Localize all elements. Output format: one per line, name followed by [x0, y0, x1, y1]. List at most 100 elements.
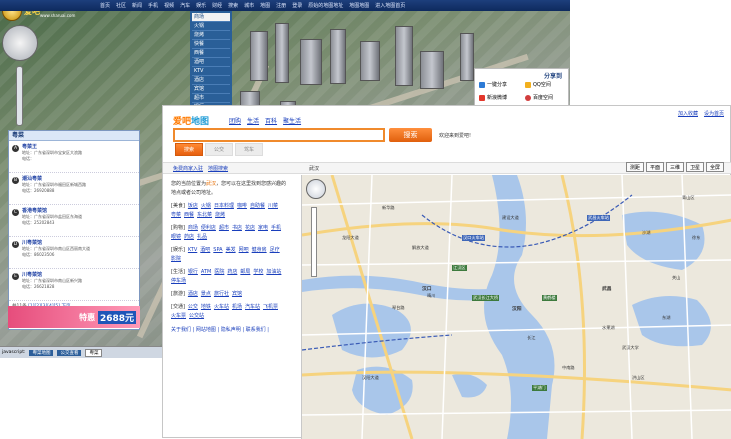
category-link[interactable]: 咖啡	[237, 202, 247, 211]
map-label[interactable]: 江汉区	[452, 265, 467, 271]
map-label[interactable]: 琴台路	[392, 305, 405, 311]
result-item[interactable]: A 粤菜王 地址：广东省深圳市宝安区大浪路 电话：	[9, 141, 139, 173]
category-menu-item[interactable]: 快餐	[192, 40, 230, 49]
result-item[interactable]: C 香港粤菜馆 地址：广东省深圳市盐田区东海道 电话：25202843	[9, 205, 139, 237]
category-link[interactable]: 景点	[201, 290, 211, 299]
category-menu-item[interactable]: 西餐	[192, 49, 230, 58]
top-nav-item[interactable]: 搜索	[228, 2, 238, 9]
map-label[interactable]: 青山区	[682, 195, 695, 201]
category-link[interactable]: 影院	[171, 255, 181, 264]
result-item[interactable]: D 川粤菜馆 地址：广东省深圳市南山区西丽南大道 电话：86023506	[9, 237, 139, 269]
map-label[interactable]: 黄鹤楼	[542, 295, 557, 301]
category-link[interactable]: 自助餐	[250, 202, 265, 211]
result-item[interactable]: B 潮汕粤菜 地址：广东省深圳市福田区新城西路 电话：26920888	[9, 173, 139, 205]
category-menu-item[interactable]: 宾馆	[192, 85, 230, 94]
category-menu-item[interactable]: 烧烤	[192, 31, 230, 40]
info-link[interactable]: 免费商家入驻	[173, 165, 203, 172]
map-label[interactable]: 中南路	[562, 365, 575, 371]
category-link[interactable]: 汽车站	[245, 303, 260, 312]
category-link[interactable]: 公交站	[189, 312, 204, 321]
top-nav-item[interactable]: 注册	[276, 2, 286, 9]
top-nav-item[interactable]: 新闻	[132, 2, 142, 9]
bottom-tab[interactable]: 粤菜地图	[29, 349, 54, 356]
map-canvas[interactable]: 汉口 汉阳 武昌 龙阳大道 琴台路 江汉区 汉口火车站 长江 沙湖 东湖 洪山区 青山区 汉阳大道 晴川武…	[301, 175, 731, 439]
map-label[interactable]: 汉阳	[512, 305, 522, 312]
category-link[interactable]: 学校	[253, 268, 263, 277]
category-link[interactable]: 火车票	[171, 312, 186, 321]
nav-link[interactable]: 生活	[247, 116, 259, 125]
category-link[interactable]: 烧烤	[215, 211, 225, 220]
map-tool-button[interactable]: 卫星	[685, 162, 704, 172]
category-link[interactable]: 美发	[226, 246, 236, 255]
top-nav-item[interactable]: 社区	[116, 2, 126, 9]
category-link[interactable]: 西餐	[184, 211, 194, 220]
top-nav-item[interactable]: 地图	[260, 2, 270, 9]
map-label[interactable]: 沙湖	[642, 230, 650, 236]
category-link[interactable]: 飞机票	[263, 303, 278, 312]
tab-0[interactable]: 搜索	[175, 143, 204, 156]
map-label[interactable]: 武汉长江大桥	[472, 295, 500, 301]
category-menu-item[interactable]: 酒吧	[192, 58, 230, 67]
map-label[interactable]: 武昌	[602, 285, 612, 292]
category-link[interactable]: 便利店	[201, 224, 216, 233]
category-link[interactable]: 健身房	[252, 246, 267, 255]
share-item[interactable]: QQ空间	[525, 81, 551, 88]
category-link[interactable]: 花店	[245, 224, 255, 233]
top-nav-item[interactable]: 登录	[292, 2, 302, 9]
category-link[interactable]: 超市	[219, 224, 229, 233]
category-menu-item[interactable]: KTV	[192, 67, 230, 76]
map-tool-button[interactable]: 测距	[625, 162, 644, 172]
footer-link[interactable]: 关于我们	[171, 327, 191, 333]
map-label[interactable]: 东湖	[662, 315, 670, 321]
pan-control[interactable]	[2, 25, 38, 61]
tab-2[interactable]: 驾车	[235, 143, 264, 156]
nav-link[interactable]: 团购	[229, 116, 241, 125]
category-menu-item[interactable]: 超市	[192, 94, 230, 103]
map-label[interactable]: 关山	[672, 275, 680, 281]
category-link[interactable]: 东北菜	[197, 211, 212, 220]
map-label[interactable]: 汉阳大道	[362, 375, 379, 381]
map-pan-control[interactable]	[306, 179, 326, 199]
top-nav-item[interactable]: 视频	[164, 2, 174, 9]
current-city[interactable]: 武汉	[309, 165, 319, 172]
category-link[interactable]: 银行	[188, 268, 198, 277]
category-link[interactable]: 药店	[184, 233, 194, 242]
map-label[interactable]: 新华路	[382, 205, 395, 211]
category-link[interactable]: 礼品	[197, 233, 207, 242]
top-nav-item[interactable]: 进入地图首页	[375, 2, 405, 9]
category-link[interactable]: 日本料理	[214, 202, 234, 211]
front-logo[interactable]: 爱吧地图	[173, 114, 209, 127]
map-label[interactable]: 晴川	[427, 293, 435, 299]
category-link[interactable]: 眼镜	[171, 233, 181, 242]
top-nav-item[interactable]: 财经	[212, 2, 222, 9]
category-link[interactable]: KTV	[188, 246, 197, 255]
category-link[interactable]: 旅行社	[214, 290, 229, 299]
map-label[interactable]: 武昌火车站	[587, 215, 610, 221]
category-link[interactable]: 加油站	[266, 268, 281, 277]
map-tool-button[interactable]: 平面	[645, 162, 664, 172]
top-nav-item[interactable]: 手机	[148, 2, 158, 9]
footer-link[interactable]: 网站地图	[196, 327, 216, 333]
search-input[interactable]	[173, 128, 385, 142]
map-tool-button[interactable]: 三维	[665, 162, 684, 172]
share-item[interactable]: 一键分享	[479, 81, 507, 88]
search-button[interactable]: 搜索	[389, 128, 432, 142]
category-link[interactable]: 医院	[214, 268, 224, 277]
map-tool-button[interactable]: 全屏	[705, 162, 724, 172]
category-link[interactable]: 公交	[188, 303, 198, 312]
map-label[interactable]: 建设大道	[502, 215, 519, 221]
category-menu-item[interactable]: 火锅	[192, 22, 230, 31]
category-link[interactable]: 商场	[188, 224, 198, 233]
category-link[interactable]: 手机	[271, 224, 281, 233]
category-link[interactable]: 粤菜	[171, 211, 181, 220]
category-link[interactable]: 川菜	[268, 202, 278, 211]
map-zoom-bar[interactable]	[311, 207, 317, 277]
map-label[interactable]: 长江	[527, 335, 535, 341]
map-label[interactable]: 徐东	[692, 235, 700, 241]
map-label[interactable]: 洪山区	[632, 375, 645, 381]
ad-banner[interactable]: 特惠 2688元	[8, 306, 140, 328]
top-nav-item[interactable]: 城市	[244, 2, 254, 9]
category-link[interactable]: 酒店	[188, 290, 198, 299]
footer-link[interactable]: 联系我们	[246, 327, 266, 333]
top-nav-item[interactable]: 地图地图	[349, 2, 369, 9]
